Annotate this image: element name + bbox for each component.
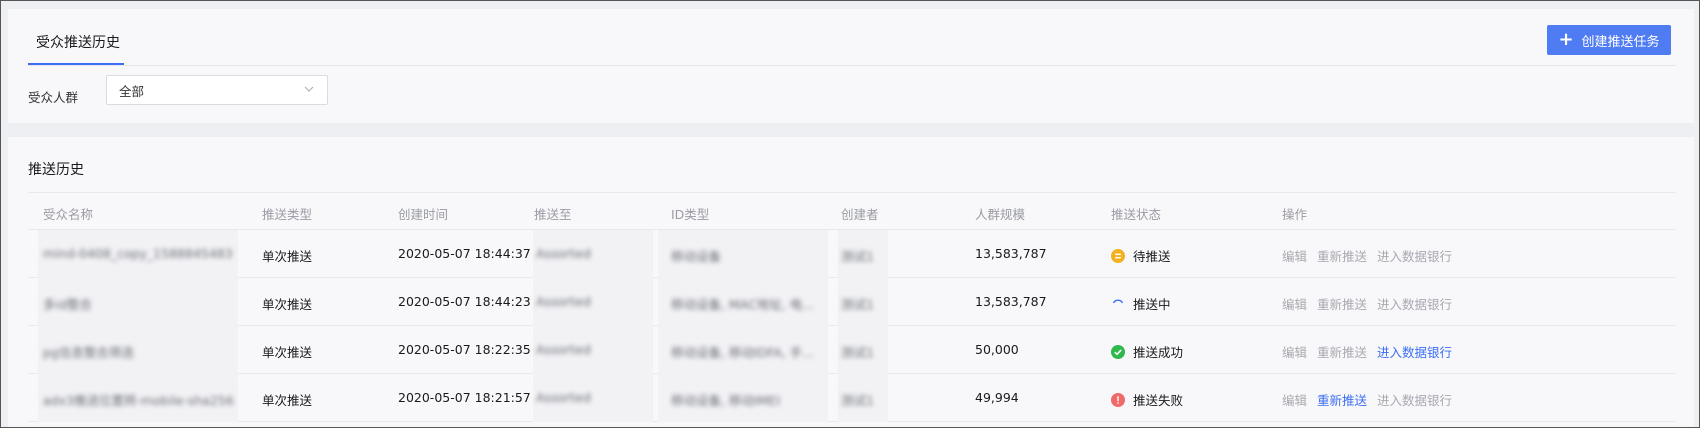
repush-link[interactable]: 重新推送 xyxy=(1317,294,1367,313)
cell-id-type: 移动设备, MAC地址, 电... xyxy=(671,297,815,312)
cell-created-time: 2020-05-07 18:21:57 xyxy=(398,390,531,405)
cell-push-target: Assorted xyxy=(536,294,591,309)
cell-push-type: 单次推送 xyxy=(262,345,313,360)
cell-created-time: 2020-05-07 18:44:23 xyxy=(398,294,531,309)
cell-audience-name[interactable]: 多id整合 xyxy=(43,294,92,313)
section-title: 推送历史 xyxy=(28,162,84,178)
cell-id-type: 移动设备 xyxy=(671,249,722,264)
tab-push-history[interactable]: 受众推送历史 xyxy=(28,25,128,65)
cell-push-status: 推送中 xyxy=(1111,294,1171,313)
edit-link[interactable]: 编辑 xyxy=(1282,390,1307,409)
col-header-creator: 创建者 xyxy=(841,207,879,222)
table-row: 多id整合 单次推送 2020-05-07 18:44:23 Assorted 移动设备… xyxy=(28,278,1676,326)
cell-actions: 编辑 重新推送 进入数据银行 xyxy=(1282,390,1452,409)
col-header-created: 创建时间 xyxy=(398,207,449,222)
cell-push-status: 待推送 xyxy=(1111,246,1171,265)
error-alert-icon xyxy=(1111,392,1125,407)
cell-push-status: 推送失败 xyxy=(1111,390,1183,409)
repush-link[interactable]: 重新推送 xyxy=(1317,246,1367,265)
cell-actions: 编辑 重新推送 进入数据银行 xyxy=(1282,246,1452,265)
cell-push-status: 推送成功 xyxy=(1111,342,1183,361)
col-header-name: 受众名称 xyxy=(43,207,94,222)
cell-creator: 测试1 xyxy=(841,393,874,408)
cell-push-type: 单次推送 xyxy=(262,249,313,264)
enter-databank-link[interactable]: 进入数据银行 xyxy=(1377,342,1452,361)
cell-audience-name[interactable]: adx3推送位置转-mobile-sha256 xyxy=(43,390,234,409)
chevron-down-icon xyxy=(304,86,314,92)
col-header-id-type: ID类型 xyxy=(671,207,710,222)
status-label: 推送成功 xyxy=(1133,345,1184,360)
audience-filter-label: 受众人群 xyxy=(28,90,79,105)
cell-push-target: Assorted xyxy=(536,390,591,405)
cell-audience-size: 13,583,787 xyxy=(975,246,1047,261)
table-body: mind-0408_copy_1588845483 单次推送 2020-05-07 … xyxy=(28,230,1676,422)
status-label: 待推送 xyxy=(1133,249,1171,264)
cell-push-type: 单次推送 xyxy=(262,297,313,312)
filter-panel: 受众推送历史 + 创建推送任务 受众人群 全部 xyxy=(8,9,1694,123)
table-row: pg信息整合筛选 单次推送 2020-05-07 18:22:35 Assorted 移… xyxy=(28,326,1676,374)
col-header-type: 推送类型 xyxy=(262,207,313,222)
tab-divider xyxy=(28,65,1676,66)
app-window: 受众推送历史 + 创建推送任务 受众人群 全部 推送历史 受众名称 推送类型 创… xyxy=(0,0,1700,428)
audience-select-value: 全部 xyxy=(119,83,145,99)
cell-audience-size: 50,000 xyxy=(975,342,1019,357)
create-push-task-label: 创建推送任务 xyxy=(1581,34,1660,50)
repush-link[interactable]: 重新推送 xyxy=(1317,390,1367,409)
table-row: adx3推送位置转-mobile-sha256 单次推送 2020-05-07 18… xyxy=(28,374,1676,422)
status-label: 推送中 xyxy=(1133,297,1171,312)
history-panel: 推送历史 受众名称 推送类型 创建时间 推送至 ID类型 创建者 人群规模 推送… xyxy=(8,137,1694,427)
col-header-target: 推送至 xyxy=(534,207,572,222)
history-table: 受众名称 推送类型 创建时间 推送至 ID类型 创建者 人群规模 推送状态 操作… xyxy=(28,192,1676,422)
edit-link[interactable]: 编辑 xyxy=(1282,342,1307,361)
edit-link[interactable]: 编辑 xyxy=(1282,294,1307,313)
create-push-task-button[interactable]: + 创建推送任务 xyxy=(1547,25,1671,55)
cell-creator: 测试1 xyxy=(841,345,874,360)
cell-created-time: 2020-05-07 18:44:37 xyxy=(398,246,531,261)
col-header-status: 推送状态 xyxy=(1111,207,1162,222)
repush-link[interactable]: 重新推送 xyxy=(1317,342,1367,361)
cell-id-type: 移动设备, 移动IMEI xyxy=(671,393,781,408)
table-row: mind-0408_copy_1588845483 单次推送 2020-05-07 … xyxy=(28,230,1676,278)
edit-link[interactable]: 编辑 xyxy=(1282,246,1307,265)
cell-created-time: 2020-05-07 18:22:35 xyxy=(398,342,531,357)
table-header: 受众名称 推送类型 创建时间 推送至 ID类型 创建者 人群规模 推送状态 操作 xyxy=(28,192,1676,230)
cell-creator: 测试1 xyxy=(841,249,874,264)
cell-creator: 测试1 xyxy=(841,297,874,312)
col-header-actions: 操作 xyxy=(1282,207,1308,222)
enter-databank-link[interactable]: 进入数据银行 xyxy=(1377,294,1452,313)
cell-audience-name[interactable]: mind-0408_copy_1588845483 xyxy=(43,246,233,261)
status-label: 推送失败 xyxy=(1133,393,1184,408)
cell-push-target: Assorted xyxy=(536,342,591,357)
cell-actions: 编辑 重新推送 进入数据银行 xyxy=(1282,294,1452,313)
loading-spinner-icon xyxy=(1111,297,1125,311)
success-check-icon xyxy=(1111,344,1125,359)
cell-audience-name[interactable]: pg信息整合筛选 xyxy=(43,342,134,361)
cell-id-type: 移动设备, 移动IDFA, 手... xyxy=(671,345,815,360)
cell-push-target: Assorted xyxy=(536,246,591,261)
col-header-size: 人群规模 xyxy=(975,207,1026,222)
enter-databank-link[interactable]: 进入数据银行 xyxy=(1377,246,1452,265)
cell-audience-size: 49,994 xyxy=(975,390,1019,405)
plus-icon: + xyxy=(1558,29,1574,50)
cell-push-type: 单次推送 xyxy=(262,393,313,408)
enter-databank-link[interactable]: 进入数据银行 xyxy=(1377,390,1452,409)
cell-audience-size: 13,583,787 xyxy=(975,294,1047,309)
audience-select[interactable]: 全部 xyxy=(106,75,328,105)
pending-icon xyxy=(1111,248,1125,263)
cell-actions: 编辑 重新推送 进入数据银行 xyxy=(1282,342,1452,361)
